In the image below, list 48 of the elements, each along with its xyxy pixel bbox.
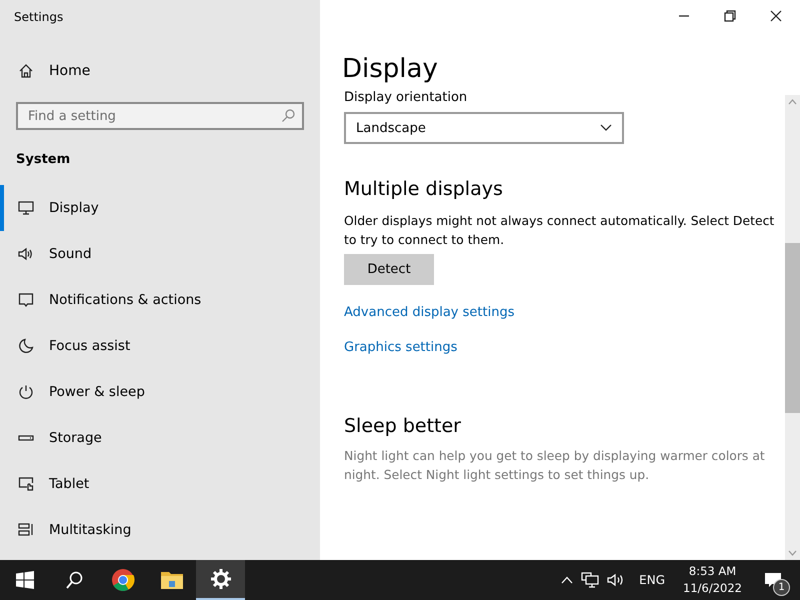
section-heading: Multiple displays xyxy=(344,178,504,200)
tablet-icon xyxy=(18,476,34,492)
browser-icon xyxy=(110,568,134,592)
speaker-icon xyxy=(18,246,34,262)
moon-icon xyxy=(18,338,34,354)
settings-link[interactable]: Advanced display settings xyxy=(344,305,514,320)
chevron-up-icon xyxy=(561,576,574,584)
page-title: Display xyxy=(342,54,439,84)
taskbar-app[interactable] xyxy=(196,560,245,600)
restore-icon[interactable] xyxy=(724,10,736,22)
speaker-icon xyxy=(607,572,626,588)
sidebar-item[interactable]: Sound xyxy=(0,231,320,277)
orientation-dropdown[interactable]: Landscape xyxy=(344,112,624,144)
clock-time[interactable]: 8:53 AM xyxy=(688,563,736,580)
home-link[interactable]: Home xyxy=(0,57,320,85)
window-title: Settings xyxy=(13,9,64,26)
home-icon xyxy=(18,63,34,79)
chevron-down-icon xyxy=(600,124,612,132)
settings-link[interactable]: Graphics settings xyxy=(344,340,458,355)
power-icon xyxy=(18,384,34,400)
scrollbar[interactable] xyxy=(785,95,800,560)
search-icon xyxy=(64,571,82,589)
scrollbar-thumb[interactable] xyxy=(785,242,800,412)
detect-button[interactable]: Detect xyxy=(344,254,434,285)
description-text: Older displays might not always connect automatically. Select Detect to try to connect to them. xyxy=(344,212,776,249)
sidebar-item[interactable]: Multitasking xyxy=(0,507,320,553)
description-text: Night light can help you get to sleep by displaying warmer colors at night. Select Night light settings to set things up. xyxy=(344,447,766,484)
scroll-up-icon xyxy=(788,99,797,105)
gear-icon xyxy=(210,568,232,590)
close-icon[interactable] xyxy=(770,10,782,22)
section-heading: Sleep better xyxy=(344,415,462,437)
windows-logo-icon xyxy=(16,571,34,589)
field-label: Display orientation xyxy=(344,90,468,105)
notification-badge: 1 xyxy=(773,579,790,596)
sidebar-item[interactable]: Tablet xyxy=(0,461,320,507)
section-heading: System xyxy=(15,152,72,167)
search-field[interactable]: Find a setting xyxy=(16,102,304,130)
language-indicator[interactable]: ENG xyxy=(639,573,666,587)
clock-date[interactable]: 11/6/2022 xyxy=(683,580,742,597)
search-icon xyxy=(281,109,295,123)
sidebar-item[interactable]: Power & sleep xyxy=(0,369,320,415)
speech-bubble-icon xyxy=(18,292,34,308)
sidebar-item[interactable]: Storage xyxy=(0,415,320,461)
network-icon xyxy=(581,572,600,588)
scroll-down-icon xyxy=(788,550,797,556)
monitor-icon xyxy=(18,200,34,216)
sidebar-item[interactable]: Focus assist xyxy=(0,323,320,369)
sidebar-item[interactable]: Notifications & actions xyxy=(0,277,320,323)
